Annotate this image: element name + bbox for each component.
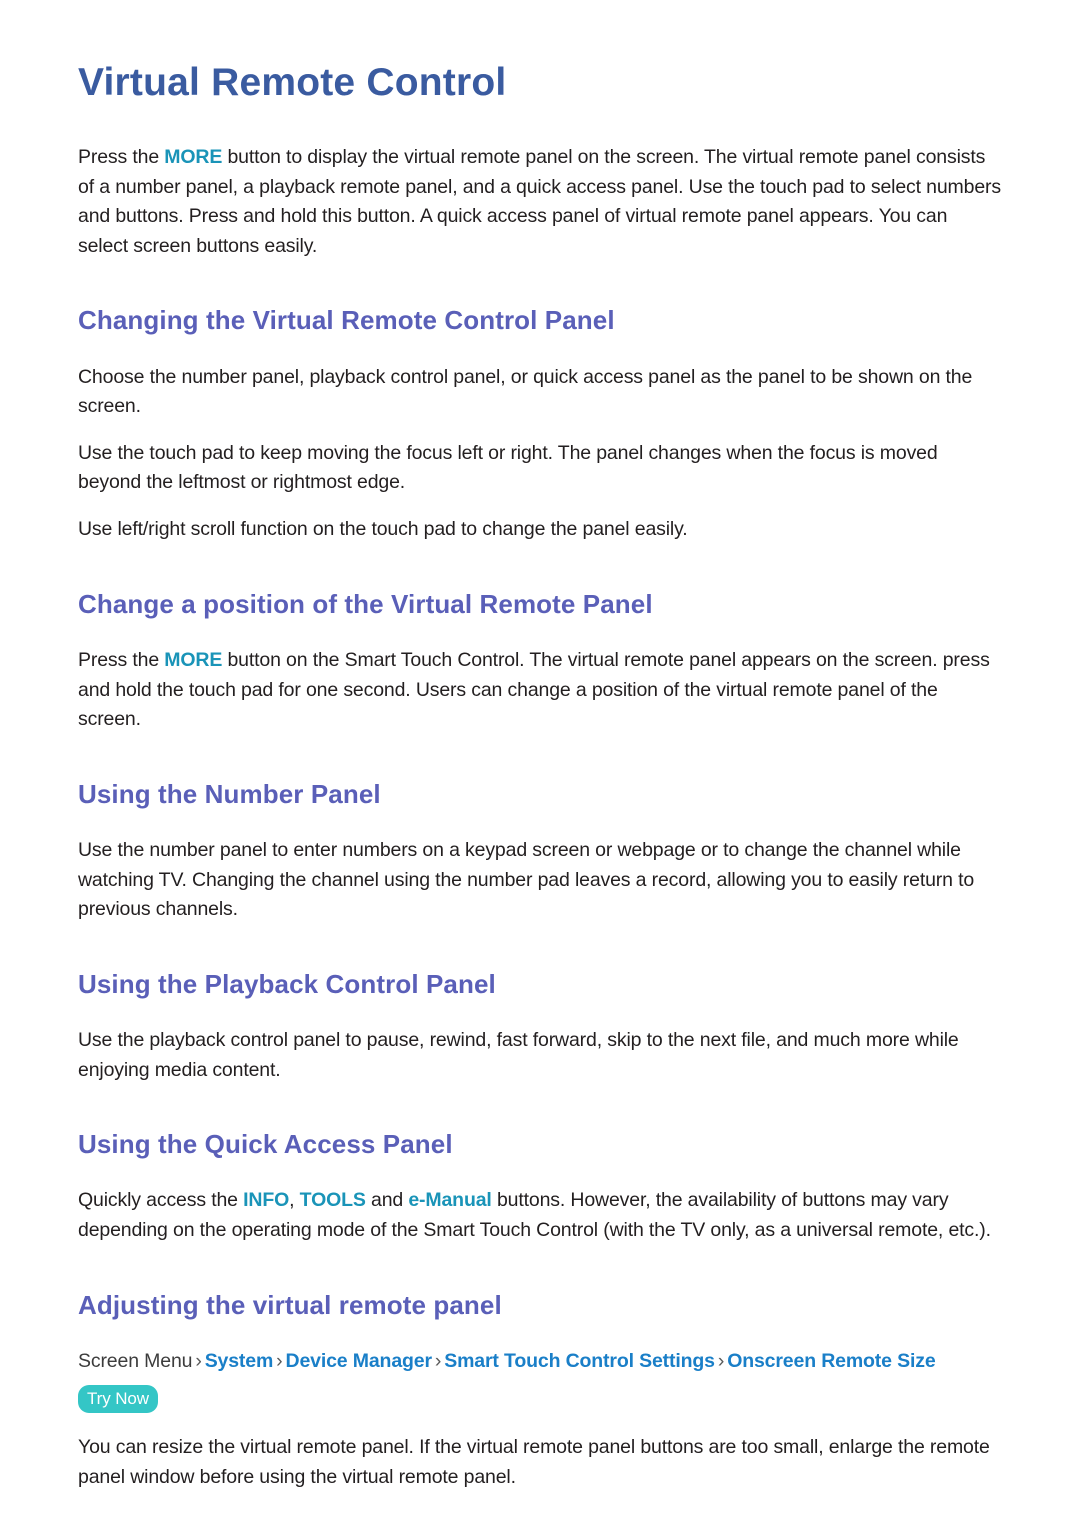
section-heading-change-position: Change a position of the Virtual Remote … xyxy=(78,588,653,619)
paragraph-quick-access: Quickly access the INFO, TOOLS and e-Man… xyxy=(78,1186,1002,1245)
breadcrumb-item-system[interactable]: System xyxy=(205,1350,274,1372)
quick-access-text-part-3: and xyxy=(365,1189,409,1212)
keyword-e-manual: e-Manual xyxy=(408,1189,492,1212)
breadcrumb-item-smart-touch-control-settings[interactable]: Smart Touch Control Settings xyxy=(444,1350,715,1372)
intro-paragraph: Press the MORE button to display the vir… xyxy=(78,143,1002,262)
change-position-text-part-1: Press the xyxy=(78,648,165,671)
section-heading-playback-panel: Using the Playback Control Panel xyxy=(78,968,496,999)
paragraph-resize-panel: You can resize the virtual remote panel.… xyxy=(78,1436,990,1488)
keyword-more: MORE xyxy=(164,648,223,671)
breadcrumb-separator-icon: › xyxy=(195,1349,202,1372)
breadcrumb-separator-icon: › xyxy=(276,1349,283,1372)
try-now-badge-row: Try Now xyxy=(78,1382,1002,1433)
page-title: Virtual Remote Control xyxy=(78,61,507,104)
try-now-badge[interactable]: Try Now xyxy=(78,1385,158,1414)
keyword-info: INFO xyxy=(243,1189,290,1212)
paragraph-playback-panel: Use the playback control panel to pause,… xyxy=(78,1029,959,1081)
keyword-tools: TOOLS xyxy=(299,1189,366,1212)
paragraph-touch-pad-focus: Use the touch pad to keep moving the foc… xyxy=(78,441,938,494)
paragraph-number-panel: Use the number panel to enter numbers on… xyxy=(78,838,975,921)
intro-text-part-1: Press the xyxy=(78,145,165,168)
quick-access-text-part-1: Quickly access the xyxy=(78,1189,244,1212)
paragraph-choose-panel: Choose the number panel, playback contro… xyxy=(78,365,973,418)
section-heading-number-panel: Using the Number Panel xyxy=(78,778,381,809)
paragraph-change-position: Press the MORE button on the Smart Touch… xyxy=(78,646,1002,735)
document-page: Virtual Remote Control Press the MORE bu… xyxy=(0,0,1080,1527)
quick-access-text-part-2: , xyxy=(289,1189,300,1212)
section-heading-adjusting-panel: Adjusting the virtual remote panel xyxy=(78,1289,502,1320)
section-heading-changing-panel: Changing the Virtual Remote Control Pane… xyxy=(78,305,615,336)
breadcrumb-root: Screen Menu xyxy=(78,1349,193,1372)
breadcrumb-item-device-manager[interactable]: Device Manager xyxy=(286,1350,433,1372)
breadcrumb-separator-icon: › xyxy=(434,1349,442,1372)
breadcrumb-item-onscreen-remote-size[interactable]: Onscreen Remote Size xyxy=(727,1350,935,1372)
breadcrumb-separator-icon: › xyxy=(717,1349,725,1372)
breadcrumb: Screen Menu › System › Device Manager › Smart … xyxy=(78,1347,1002,1376)
paragraph-scroll-function: Use left/right scroll function on the to… xyxy=(78,518,688,541)
section-heading-quick-access-panel: Using the Quick Access Panel xyxy=(78,1129,453,1160)
keyword-more: MORE xyxy=(164,145,223,168)
